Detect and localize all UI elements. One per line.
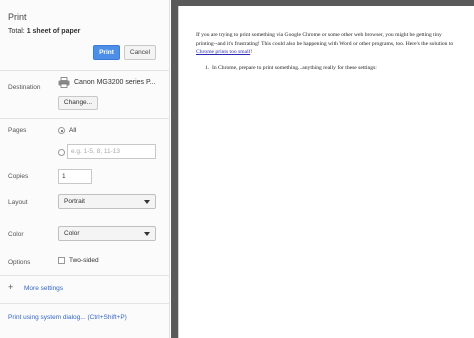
preview-paragraph-end: ! [250, 49, 253, 55]
total-prefix: Total: [8, 28, 27, 35]
preview-link[interactable]: Chrome prints too small [196, 49, 250, 55]
preview-paragraph-text: If you are trying to print something via… [196, 32, 454, 47]
more-settings-link[interactable]: More settings [24, 285, 63, 292]
print-settings-panel: Print Total: 1 sheet of paper Print Canc… [0, 0, 170, 338]
divider [0, 118, 170, 119]
preview-list-text: In Chrome, prepare to print something...… [212, 65, 377, 71]
printer-name: Canon MG3200 series P... [74, 79, 156, 86]
preview-list-item: 1. In Chrome, prepare to print something… [205, 65, 377, 71]
divider [0, 275, 170, 276]
pages-all-label: All [69, 127, 77, 134]
pages-all-radio[interactable] [58, 127, 65, 134]
divider [0, 70, 170, 71]
destination-label: Destination [8, 84, 41, 91]
printer-icon [58, 77, 70, 88]
two-sided-checkbox[interactable] [58, 257, 65, 264]
color-select[interactable]: Color [58, 226, 156, 241]
total-sheets: Total: 1 sheet of paper [8, 28, 80, 35]
copies-label: Copies [8, 173, 29, 180]
options-label: Options [8, 259, 31, 266]
pages-range-input[interactable] [67, 144, 156, 159]
divider [0, 303, 170, 304]
pages-custom-radio[interactable] [58, 149, 65, 156]
two-sided-label: Two-sided [69, 257, 99, 264]
color-value: Color [64, 230, 80, 237]
preview-paragraph: If you are trying to print something via… [196, 31, 456, 57]
preview-page: If you are trying to print something via… [178, 6, 474, 338]
layout-select[interactable]: Portrait [58, 194, 156, 209]
print-button[interactable]: Print [93, 45, 120, 60]
system-dialog-link[interactable]: Print using system dialog... (Ctrl+Shift… [8, 314, 127, 321]
chevron-down-icon [144, 200, 150, 204]
color-label: Color [8, 231, 24, 238]
layout-value: Portrait [64, 198, 85, 205]
pages-label: Pages [8, 127, 27, 134]
chevron-down-icon [144, 232, 150, 236]
print-title: Print [8, 12, 27, 22]
change-destination-button[interactable]: Change... [58, 96, 98, 110]
cancel-button[interactable]: Cancel [124, 45, 156, 60]
layout-label: Layout [8, 199, 28, 206]
total-value: 1 sheet of paper [26, 28, 81, 35]
plus-icon[interactable]: + [8, 283, 13, 292]
copies-input[interactable] [58, 169, 92, 184]
